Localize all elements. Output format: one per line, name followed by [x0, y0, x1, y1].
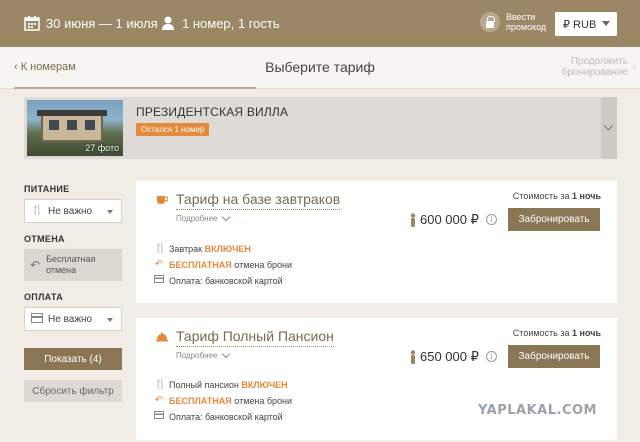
info-icon[interactable]: i — [486, 214, 497, 225]
cancellation-feature: ↶ БЕСПЛАТНАЯ отмена брони — [154, 395, 293, 406]
dates-selector[interactable]: 30 июня — 1 июля — [24, 15, 158, 31]
room-photo[interactable]: 27 фото — [27, 100, 123, 156]
step-nav: ‹ К номерам Выберите тариф Продолжить бр… — [0, 47, 640, 89]
continue-line1: Продолжить — [570, 56, 628, 67]
room-name: ПРЕЗИДЕНТСКАЯ ВИЛЛА — [136, 105, 289, 119]
meal-filter-value: Не важно — [48, 205, 93, 217]
chevron-down-icon — [221, 349, 230, 358]
cancel-filter-label: ОТМЕНА — [24, 234, 65, 244]
fork-knife-icon: 🍴 — [154, 243, 167, 254]
guests-selector[interactable]: 1 номер, 1 гость — [160, 15, 280, 31]
meal-feature: 🍴 Полный пансион ВКЛЮЧЕН — [154, 379, 288, 390]
info-icon[interactable]: i — [486, 351, 497, 362]
expand-chevron-icon[interactable] — [601, 97, 617, 159]
free-cancellation-toggle[interactable]: ↶ Бесплатная отмена — [24, 249, 122, 281]
guests-text: 1 номер, 1 гость — [182, 15, 280, 31]
reset-filter-button[interactable]: Сбросить фильтр — [24, 380, 122, 402]
photo-count: 27 фото — [85, 143, 119, 153]
chevron-down-icon — [107, 210, 113, 214]
tariff-name[interactable]: Тариф на базе завтраков — [176, 191, 341, 210]
calendar-icon — [24, 15, 40, 31]
payment-feature: Оплата: банковской картой — [154, 411, 283, 422]
payment-filter-select[interactable]: Не важно — [24, 307, 122, 331]
active-step-indicator — [14, 87, 256, 89]
payment-feature: Оплата: банковской картой — [154, 275, 283, 286]
promo-line1: Ввести — [506, 12, 536, 22]
tariff-price: 650 000 ₽ — [420, 349, 479, 364]
availability-badge: Остался 1 номер — [136, 123, 210, 136]
cost-per-night: Стоимость за 1 ночь — [512, 191, 601, 201]
details-label: Подробнее — [176, 351, 218, 360]
meal-filter-select[interactable]: 🍴 Не важно — [24, 199, 122, 223]
fork-knife-icon: 🍴 — [31, 205, 44, 216]
chevron-right-icon: › — [632, 62, 636, 73]
tariff-name[interactable]: Тариф Полный Пансион — [176, 328, 334, 347]
meal-filter-label: ПИТАНИЕ — [24, 184, 70, 194]
person-icon — [160, 15, 176, 31]
book-button[interactable]: Забронировать — [508, 208, 600, 231]
cancel-chip-line1: Бесплатная — [46, 254, 96, 264]
cloche-icon — [156, 332, 168, 342]
undo-arrow-icon: ↶ — [154, 395, 164, 406]
fork-knife-icon: 🍴 — [154, 379, 167, 390]
cost-per-night: Стоимость за 1 ночь — [512, 328, 601, 338]
dates-text: 30 июня — 1 июля — [46, 15, 158, 31]
cancellation-feature: ↶ БЕСПЛАТНАЯ отмена брони — [154, 259, 293, 270]
chevron-down-icon — [602, 21, 610, 26]
currency-select[interactable]: ₽ RUB — [555, 12, 617, 36]
details-label: Подробнее — [176, 214, 218, 223]
book-button[interactable]: Забронировать — [508, 345, 600, 368]
payment-filter-value: Не важно — [48, 313, 93, 325]
tariff-card: Тариф Полный Пансион Подробнее Стоимость… — [136, 318, 617, 440]
credit-card-icon — [154, 411, 164, 422]
chevron-down-icon — [221, 212, 230, 221]
tariff-card: Тариф на базе завтраков Подробнее Стоимо… — [136, 181, 617, 303]
show-results-button[interactable]: Показать (4) — [24, 348, 122, 370]
tariff-price: 600 000 ₽ — [420, 212, 479, 227]
lock-icon — [480, 12, 500, 32]
continue-line2: бронирование — [561, 67, 628, 78]
continue-booking-link: Продолжить бронирование › — [561, 56, 636, 78]
credit-card-icon — [31, 313, 43, 325]
person-icon — [409, 213, 417, 227]
promo-line2: промокод — [506, 22, 547, 32]
coffee-cup-icon — [156, 195, 169, 205]
currency-value: ₽ RUB — [563, 18, 597, 31]
watermark: YAPLAKAL.COM — [478, 403, 597, 418]
page-title: Выберите тариф — [265, 59, 375, 75]
chevron-down-icon — [107, 318, 113, 322]
promo-code-link[interactable]: Ввести промокод — [480, 12, 546, 32]
payment-filter-label: ОПЛАТА — [24, 292, 64, 302]
details-toggle[interactable]: Подробнее — [176, 349, 230, 360]
cancel-chip-line2: отмена — [46, 265, 77, 275]
person-icon — [409, 350, 417, 364]
undo-arrow-icon: ↶ — [154, 259, 164, 270]
room-banner[interactable]: 27 фото ПРЕЗИДЕНТСКАЯ ВИЛЛА Остался 1 но… — [24, 97, 617, 159]
credit-card-icon — [154, 275, 164, 286]
details-toggle[interactable]: Подробнее — [176, 212, 230, 223]
top-bar: 30 июня — 1 июля 1 номер, 1 гость Ввести… — [0, 0, 640, 47]
meal-feature: 🍴 Завтрак ВКЛЮЧЕН — [154, 243, 251, 254]
undo-arrow-icon: ↶ — [30, 257, 41, 272]
